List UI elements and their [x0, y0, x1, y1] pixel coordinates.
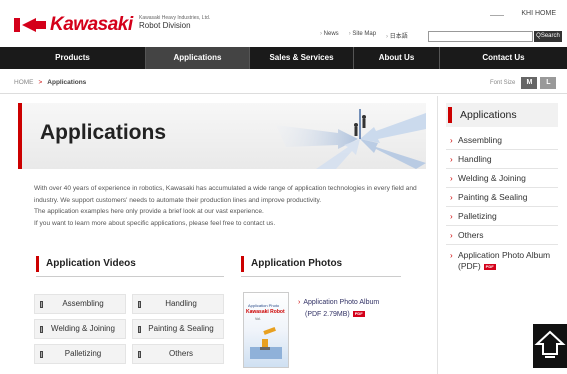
breadcrumb-home[interactable]: HOME: [14, 79, 34, 86]
application-videos-heading: Application Videos: [36, 254, 224, 277]
video-handling-button[interactable]: Handling: [132, 294, 224, 314]
sidebar-item-painting-sealing[interactable]: Painting & Sealing: [446, 188, 558, 207]
video-bullet-icon: [40, 326, 43, 333]
photo-album-link[interactable]: › Application Photo Album (PDF 2.79MB) PDF: [298, 297, 379, 321]
font-size-control: Font Size M L: [490, 77, 557, 89]
intro-paragraph-2: The application examples here only provi…: [34, 208, 264, 216]
booklet-title: Application Photo: [248, 303, 280, 308]
video-bullet-icon: [40, 301, 43, 308]
font-size-label: Font Size: [490, 80, 516, 86]
booklet-volume: Vol.: [255, 317, 261, 321]
search-button[interactable]: QSearch: [534, 31, 562, 42]
booklet-robot-image: [250, 327, 282, 359]
site-header: Kawasaki Kawasaki Heavy Industries, Ltd.…: [0, 0, 567, 46]
video-painting-sealing-button[interactable]: Painting & Sealing: [132, 319, 224, 339]
hero-accent-bar: [18, 103, 22, 169]
video-bullet-icon: [40, 351, 43, 358]
main-nav: Products Applications Sales & Services A…: [0, 47, 567, 69]
sitemap-link[interactable]: Site Map: [349, 31, 376, 40]
breadcrumb-separator: >: [38, 79, 43, 86]
nav-contact-us[interactable]: Contact Us: [440, 47, 567, 69]
sidebar-item-others[interactable]: Others: [446, 226, 558, 245]
sidebar-heading: Applications: [446, 103, 558, 127]
nav-applications[interactable]: Applications: [146, 47, 250, 69]
sidebar-item-handling[interactable]: Handling: [446, 150, 558, 169]
booklet-brand: Kawasaki Robot: [246, 309, 285, 315]
application-photos-heading: Application Photos: [241, 254, 401, 277]
video-assembling-button[interactable]: Assembling: [34, 294, 126, 314]
sidebar-item-welding-joining[interactable]: Welding & Joining: [446, 169, 558, 188]
sidebar-item-assembling[interactable]: Assembling: [446, 131, 558, 150]
sidebar-divider: [437, 96, 438, 374]
sidebar-item-photo-album[interactable]: Application Photo Album (PDF)PDF: [446, 245, 558, 279]
video-welding-joining-button[interactable]: Welding & Joining: [34, 319, 126, 339]
sidebar-item-palletizing[interactable]: Palletizing: [446, 207, 558, 226]
kawasaki-logo-mark-icon: [14, 18, 48, 32]
intro-paragraph-3: If you want to learn more about specific…: [34, 219, 276, 227]
breadcrumb: HOME > Applications: [14, 79, 86, 86]
nav-sales-services[interactable]: Sales & Services: [250, 47, 354, 69]
japanese-link[interactable]: 日本語: [386, 31, 408, 40]
video-bullet-icon: [138, 301, 141, 308]
video-bullet-icon: [138, 351, 141, 358]
pdf-icon: PDF: [483, 263, 496, 270]
division-name: Robot Division: [139, 20, 191, 30]
intro-paragraph-1: With over 40 years of experience in robo…: [34, 185, 417, 204]
kawasaki-logo[interactable]: Kawasaki: [14, 14, 133, 35]
intro-text: With over 40 years of experience in robo…: [34, 183, 426, 229]
video-bullet-icon: [138, 326, 141, 333]
nav-about-us[interactable]: About Us: [354, 47, 440, 69]
video-palletizing-button[interactable]: Palletizing: [34, 344, 126, 364]
font-size-l-button[interactable]: L: [540, 77, 557, 89]
scroll-to-top-button[interactable]: [533, 324, 567, 368]
divider: [0, 93, 567, 94]
font-size-m-button[interactable]: M: [521, 77, 538, 89]
link-arrow-icon: ›: [298, 299, 301, 306]
up-arrow-icon: [534, 330, 566, 358]
division-label: Kawasaki Heavy Industries, Ltd. Robot Di…: [139, 15, 210, 30]
page-title: Applications: [40, 121, 167, 144]
photo-album-thumbnail[interactable]: Application Photo Kawasaki Robot Vol.: [243, 292, 289, 368]
breadcrumb-current: Applications: [47, 79, 87, 86]
hero-banner: Applications: [18, 103, 426, 169]
search-input[interactable]: [428, 31, 533, 42]
news-link[interactable]: News: [320, 31, 339, 40]
logo-text: Kawasaki: [50, 14, 133, 35]
pdf-icon: PDF: [352, 311, 365, 318]
nav-products[interactable]: Products: [0, 47, 146, 69]
header-links: News Site Map 日本語: [320, 31, 408, 40]
video-others-button[interactable]: Others: [132, 344, 224, 364]
hero-arrows-illustration: [276, 109, 426, 169]
khi-home-link[interactable]: KHI HOME: [446, 10, 556, 22]
sidebar: Applications Assembling Handling Welding…: [446, 103, 558, 279]
